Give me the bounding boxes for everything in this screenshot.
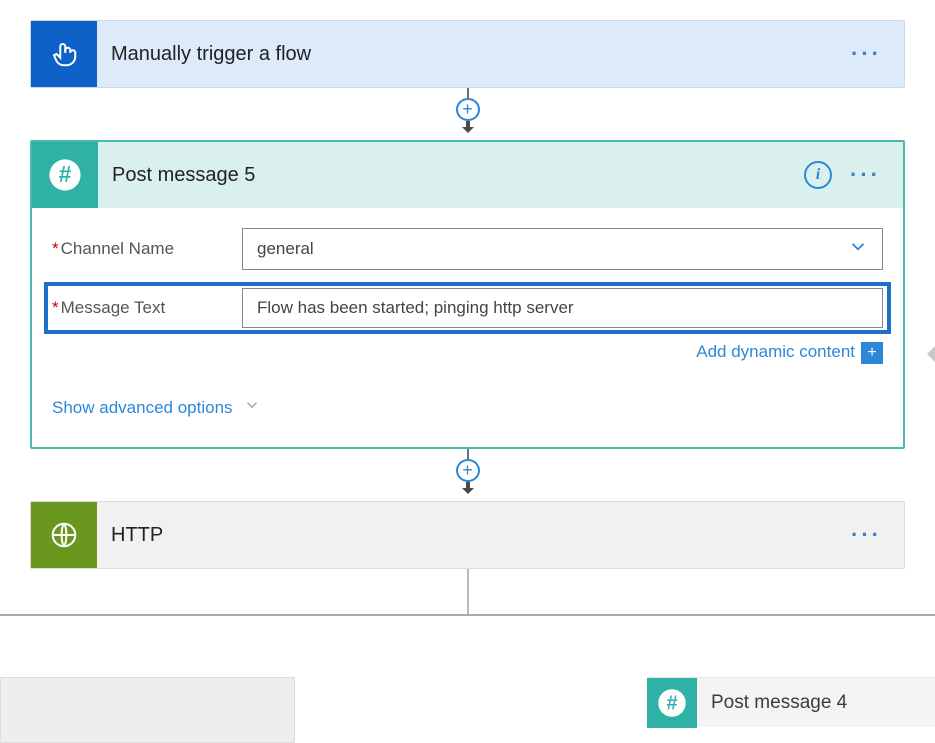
channel-name-row: *Channel Name general: [52, 228, 883, 270]
connector-1: +: [30, 88, 905, 140]
branch-vertical-line: [467, 569, 469, 614]
channel-name-label: *Channel Name: [52, 239, 242, 259]
arrow-down-icon: [459, 119, 477, 140]
dynamic-content-row: Add dynamic content +: [52, 342, 883, 364]
svg-text:#: #: [59, 161, 72, 187]
message-text-row: *Message Text: [44, 282, 891, 334]
branch-left-card[interactable]: [0, 677, 295, 743]
branch-horizontal-line: [0, 614, 935, 616]
chevron-down-icon: [243, 396, 261, 419]
trigger-menu-icon[interactable]: ···: [851, 41, 882, 67]
trigger-title: Manually trigger a flow: [97, 43, 311, 66]
http-menu-icon[interactable]: ···: [851, 522, 882, 548]
add-dynamic-content-link[interactable]: Add dynamic content: [696, 342, 855, 364]
connector-2: +: [30, 449, 905, 501]
post-message-card[interactable]: # Post message 5 i ··· *Channel Name gen…: [30, 140, 905, 449]
http-title: HTTP: [97, 524, 163, 547]
hash-icon: #: [32, 142, 98, 208]
post-message-header: # Post message 5 i ···: [32, 142, 903, 208]
globe-icon: [31, 502, 97, 568]
branch-right-title: Post message 4: [697, 692, 847, 714]
plus-icon[interactable]: +: [861, 342, 883, 364]
svg-text:#: #: [666, 692, 677, 714]
add-step-button-2[interactable]: +: [456, 459, 480, 482]
trigger-header: Manually trigger a flow ···: [31, 21, 904, 87]
flyout-arrow-icon: [927, 340, 935, 368]
branch-area: # Post message 4: [30, 569, 905, 709]
show-advanced-options[interactable]: Show advanced options: [52, 396, 883, 419]
post-message-body: *Channel Name general *Message Text Ad: [32, 208, 903, 447]
info-icon[interactable]: i: [804, 161, 832, 189]
http-card[interactable]: HTTP ···: [30, 501, 905, 569]
post-message-menu-icon[interactable]: ···: [850, 162, 881, 188]
flow-canvas: Manually trigger a flow ··· + # Post mes…: [0, 0, 935, 709]
channel-name-value: general: [257, 239, 314, 259]
message-text-label: *Message Text: [52, 298, 242, 318]
trigger-card[interactable]: Manually trigger a flow ···: [30, 20, 905, 88]
post-message-title: Post message 5: [98, 164, 255, 187]
arrow-down-icon: [459, 480, 477, 501]
branch-right-card[interactable]: # Post message 4: [647, 677, 935, 727]
hash-icon: #: [647, 678, 697, 728]
http-header: HTTP ···: [31, 502, 904, 568]
advanced-options-label: Show advanced options: [52, 398, 233, 418]
message-text-input[interactable]: [242, 288, 883, 328]
add-step-button[interactable]: +: [456, 98, 480, 121]
channel-name-select[interactable]: general: [242, 228, 883, 270]
touch-icon: [31, 21, 97, 87]
